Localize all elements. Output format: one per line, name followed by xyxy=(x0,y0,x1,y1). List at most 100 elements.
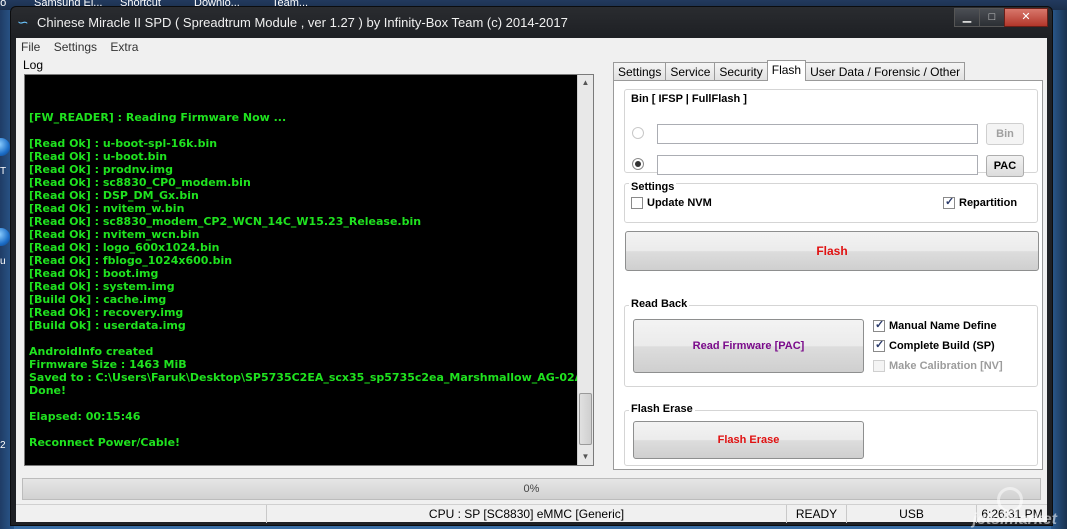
log-line: [Read Ok] : u-boot.bin xyxy=(29,150,168,163)
tab-flash[interactable]: Flash xyxy=(766,60,807,81)
log-line: AndroidInfo created xyxy=(29,345,154,358)
menu-bar: File Settings Extra xyxy=(16,38,1047,56)
status-port: USB xyxy=(846,505,976,523)
log-group: Log [FW_READER] : Reading Firmware Now .… xyxy=(20,58,600,468)
log-line: Elapsed: 00:15:46 xyxy=(29,410,141,423)
menu-extra[interactable]: Extra xyxy=(105,38,143,54)
progress-text: 0% xyxy=(523,483,540,495)
log-output[interactable]: [FW_READER] : Reading Firmware Now ... [R… xyxy=(24,74,594,466)
log-line: Saved to : C:\Users\Faruk\Desktop\SP5735… xyxy=(29,371,577,384)
log-line: [Read Ok] : u-boot-spl-16k.bin xyxy=(29,137,218,150)
repartition-label: Repartition xyxy=(959,197,1018,209)
log-line: [Read Ok] : recovery.img xyxy=(29,306,184,319)
flash-erase-title: Flash Erase xyxy=(629,403,695,415)
log-line: [Build Ok] : cache.img xyxy=(29,293,167,306)
app-window: ∽ Chinese Miracle II SPD ( Spreadtrum Mo… xyxy=(10,6,1053,526)
log-line: [Read Ok] : boot.img xyxy=(29,267,159,280)
make-calibration-checkbox[interactable] xyxy=(873,360,885,372)
bin-path-input[interactable] xyxy=(657,124,978,144)
flash-erase-button[interactable]: Flash Erase xyxy=(633,421,864,459)
tab-user-data[interactable]: User Data / Forensic / Other xyxy=(805,62,966,80)
status-state: READY xyxy=(786,505,846,523)
log-line: [Read Ok] : system.img xyxy=(29,280,175,293)
bin-group-title: Bin [ IFSP | FullFlash ] xyxy=(629,93,749,105)
log-label: Log xyxy=(23,58,44,72)
tab-settings[interactable]: Settings xyxy=(613,62,667,80)
log-line: [Read Ok] : sc8830_CP0_modem.bin xyxy=(29,176,251,189)
menu-settings[interactable]: Settings xyxy=(49,38,102,54)
app-logo-icon: ∽ xyxy=(17,14,29,30)
log-line: [Read Ok] : sc8830_modem_CP2_WCN_14C_W15… xyxy=(29,215,422,228)
tab-service[interactable]: Service xyxy=(665,62,716,80)
log-line: [Read Ok] : nvitem_wcn.bin xyxy=(29,228,200,241)
log-line: [FW_READER] : Reading Firmware Now ... xyxy=(29,111,287,124)
desktop-icon-label: T xyxy=(0,166,7,177)
status-cell-empty xyxy=(16,505,266,523)
log-line: [Read Ok] : logo_600x1024.bin xyxy=(29,241,220,254)
scroll-up-arrow-icon[interactable]: ▲ xyxy=(578,75,593,91)
settings-group-title: Settings xyxy=(629,181,677,193)
minimize-button[interactable]: ▁ xyxy=(954,8,980,27)
log-line: [Build Ok] : userdata.img xyxy=(29,319,186,332)
log-line: [Read Ok] : prodnv.img xyxy=(29,163,173,176)
manual-name-label: Manual Name Define xyxy=(889,320,997,332)
read-firmware-label: Read Firmware [PAC] xyxy=(692,340,805,352)
maximize-button[interactable]: □ xyxy=(979,8,1005,27)
complete-build-label: Complete Build (SP) xyxy=(889,340,995,352)
update-nvm-label: Update NVM xyxy=(647,197,712,209)
read-firmware-button[interactable]: Read Firmware [PAC] xyxy=(633,319,864,373)
pac-radio[interactable] xyxy=(632,158,644,170)
log-line: Done! xyxy=(29,384,66,397)
pac-button[interactable]: PAC xyxy=(986,155,1024,177)
window-client-area: File Settings Extra Log [FW_READER] : Re… xyxy=(16,38,1047,523)
update-nvm-checkbox[interactable] xyxy=(631,197,643,209)
scroll-thumb[interactable] xyxy=(579,393,592,445)
flash-erase-label: Flash Erase xyxy=(717,434,780,446)
settings-group: Settings Update NVM Repartition xyxy=(624,181,1038,223)
log-scrollbar[interactable]: ▲ ▼ xyxy=(577,75,593,465)
log-lines: [FW_READER] : Reading Firmware Now ... [R… xyxy=(29,111,577,449)
pac-path-input[interactable] xyxy=(657,155,978,175)
desktop-app-icon[interactable] xyxy=(0,138,10,156)
desktop-app-icon[interactable] xyxy=(0,228,10,246)
make-calibration-label: Make Calibration [NV] xyxy=(889,360,1003,372)
menu-file[interactable]: File xyxy=(16,38,45,54)
log-line: Firmware Size : 1463 MiB xyxy=(29,358,187,371)
window-title: Chinese Miracle II SPD ( Spreadtrum Modu… xyxy=(37,15,568,30)
log-line: [Read Ok] : DSP_DM_Gx.bin xyxy=(29,189,199,202)
title-bar[interactable]: ∽ Chinese Miracle II SPD ( Spreadtrum Mo… xyxy=(11,7,1052,37)
bin-group: Bin [ IFSP | FullFlash ] Bin PAC xyxy=(624,89,1038,177)
flash-button[interactable]: Flash xyxy=(625,231,1039,271)
desktop-right-strip xyxy=(1051,10,1067,529)
desktop-icon-label: 2 xyxy=(0,440,6,451)
window-controls: ▁ □ ✕ xyxy=(954,8,1048,28)
status-bar: CPU : SP [SC8830] eMMC [Generic] READY U… xyxy=(16,504,1047,523)
watermark-logo-icon xyxy=(997,487,1023,513)
status-cpu: CPU : SP [SC8830] eMMC [Generic] xyxy=(266,505,786,523)
flash-erase-group: Flash Erase Flash Erase xyxy=(624,403,1038,466)
tab-security[interactable]: Security xyxy=(714,62,768,80)
complete-build-checkbox[interactable] xyxy=(873,338,885,352)
tab-strip: Settings Service Security Flash User Dat… xyxy=(613,60,966,81)
flash-tab-panel: Bin [ IFSP | FullFlash ] Bin PAC Setting… xyxy=(613,80,1043,470)
log-line: [Read Ok] : fblogo_1024x600.bin xyxy=(29,254,233,267)
log-line: [Read Ok] : nvitem_w.bin xyxy=(29,202,185,215)
watermark: jetsimarket xyxy=(972,511,1058,528)
scroll-down-arrow-icon[interactable]: ▼ xyxy=(578,449,593,465)
progress-bar: 0% xyxy=(22,478,1041,500)
read-back-group: Read Back Read Firmware [PAC] Manual Nam… xyxy=(624,298,1038,387)
read-back-title: Read Back xyxy=(629,298,690,310)
log-line: Reconnect Power/Cable! xyxy=(29,436,181,449)
desktop-shortcut-label[interactable]: oo xyxy=(0,0,6,9)
manual-name-checkbox[interactable] xyxy=(873,318,885,332)
repartition-checkbox[interactable] xyxy=(943,195,955,209)
bin-button[interactable]: Bin xyxy=(986,123,1024,145)
bin-radio[interactable] xyxy=(632,127,644,139)
flash-button-label: Flash xyxy=(816,244,848,258)
desktop-icon-label: u xyxy=(0,256,6,267)
close-button[interactable]: ✕ xyxy=(1004,8,1048,27)
